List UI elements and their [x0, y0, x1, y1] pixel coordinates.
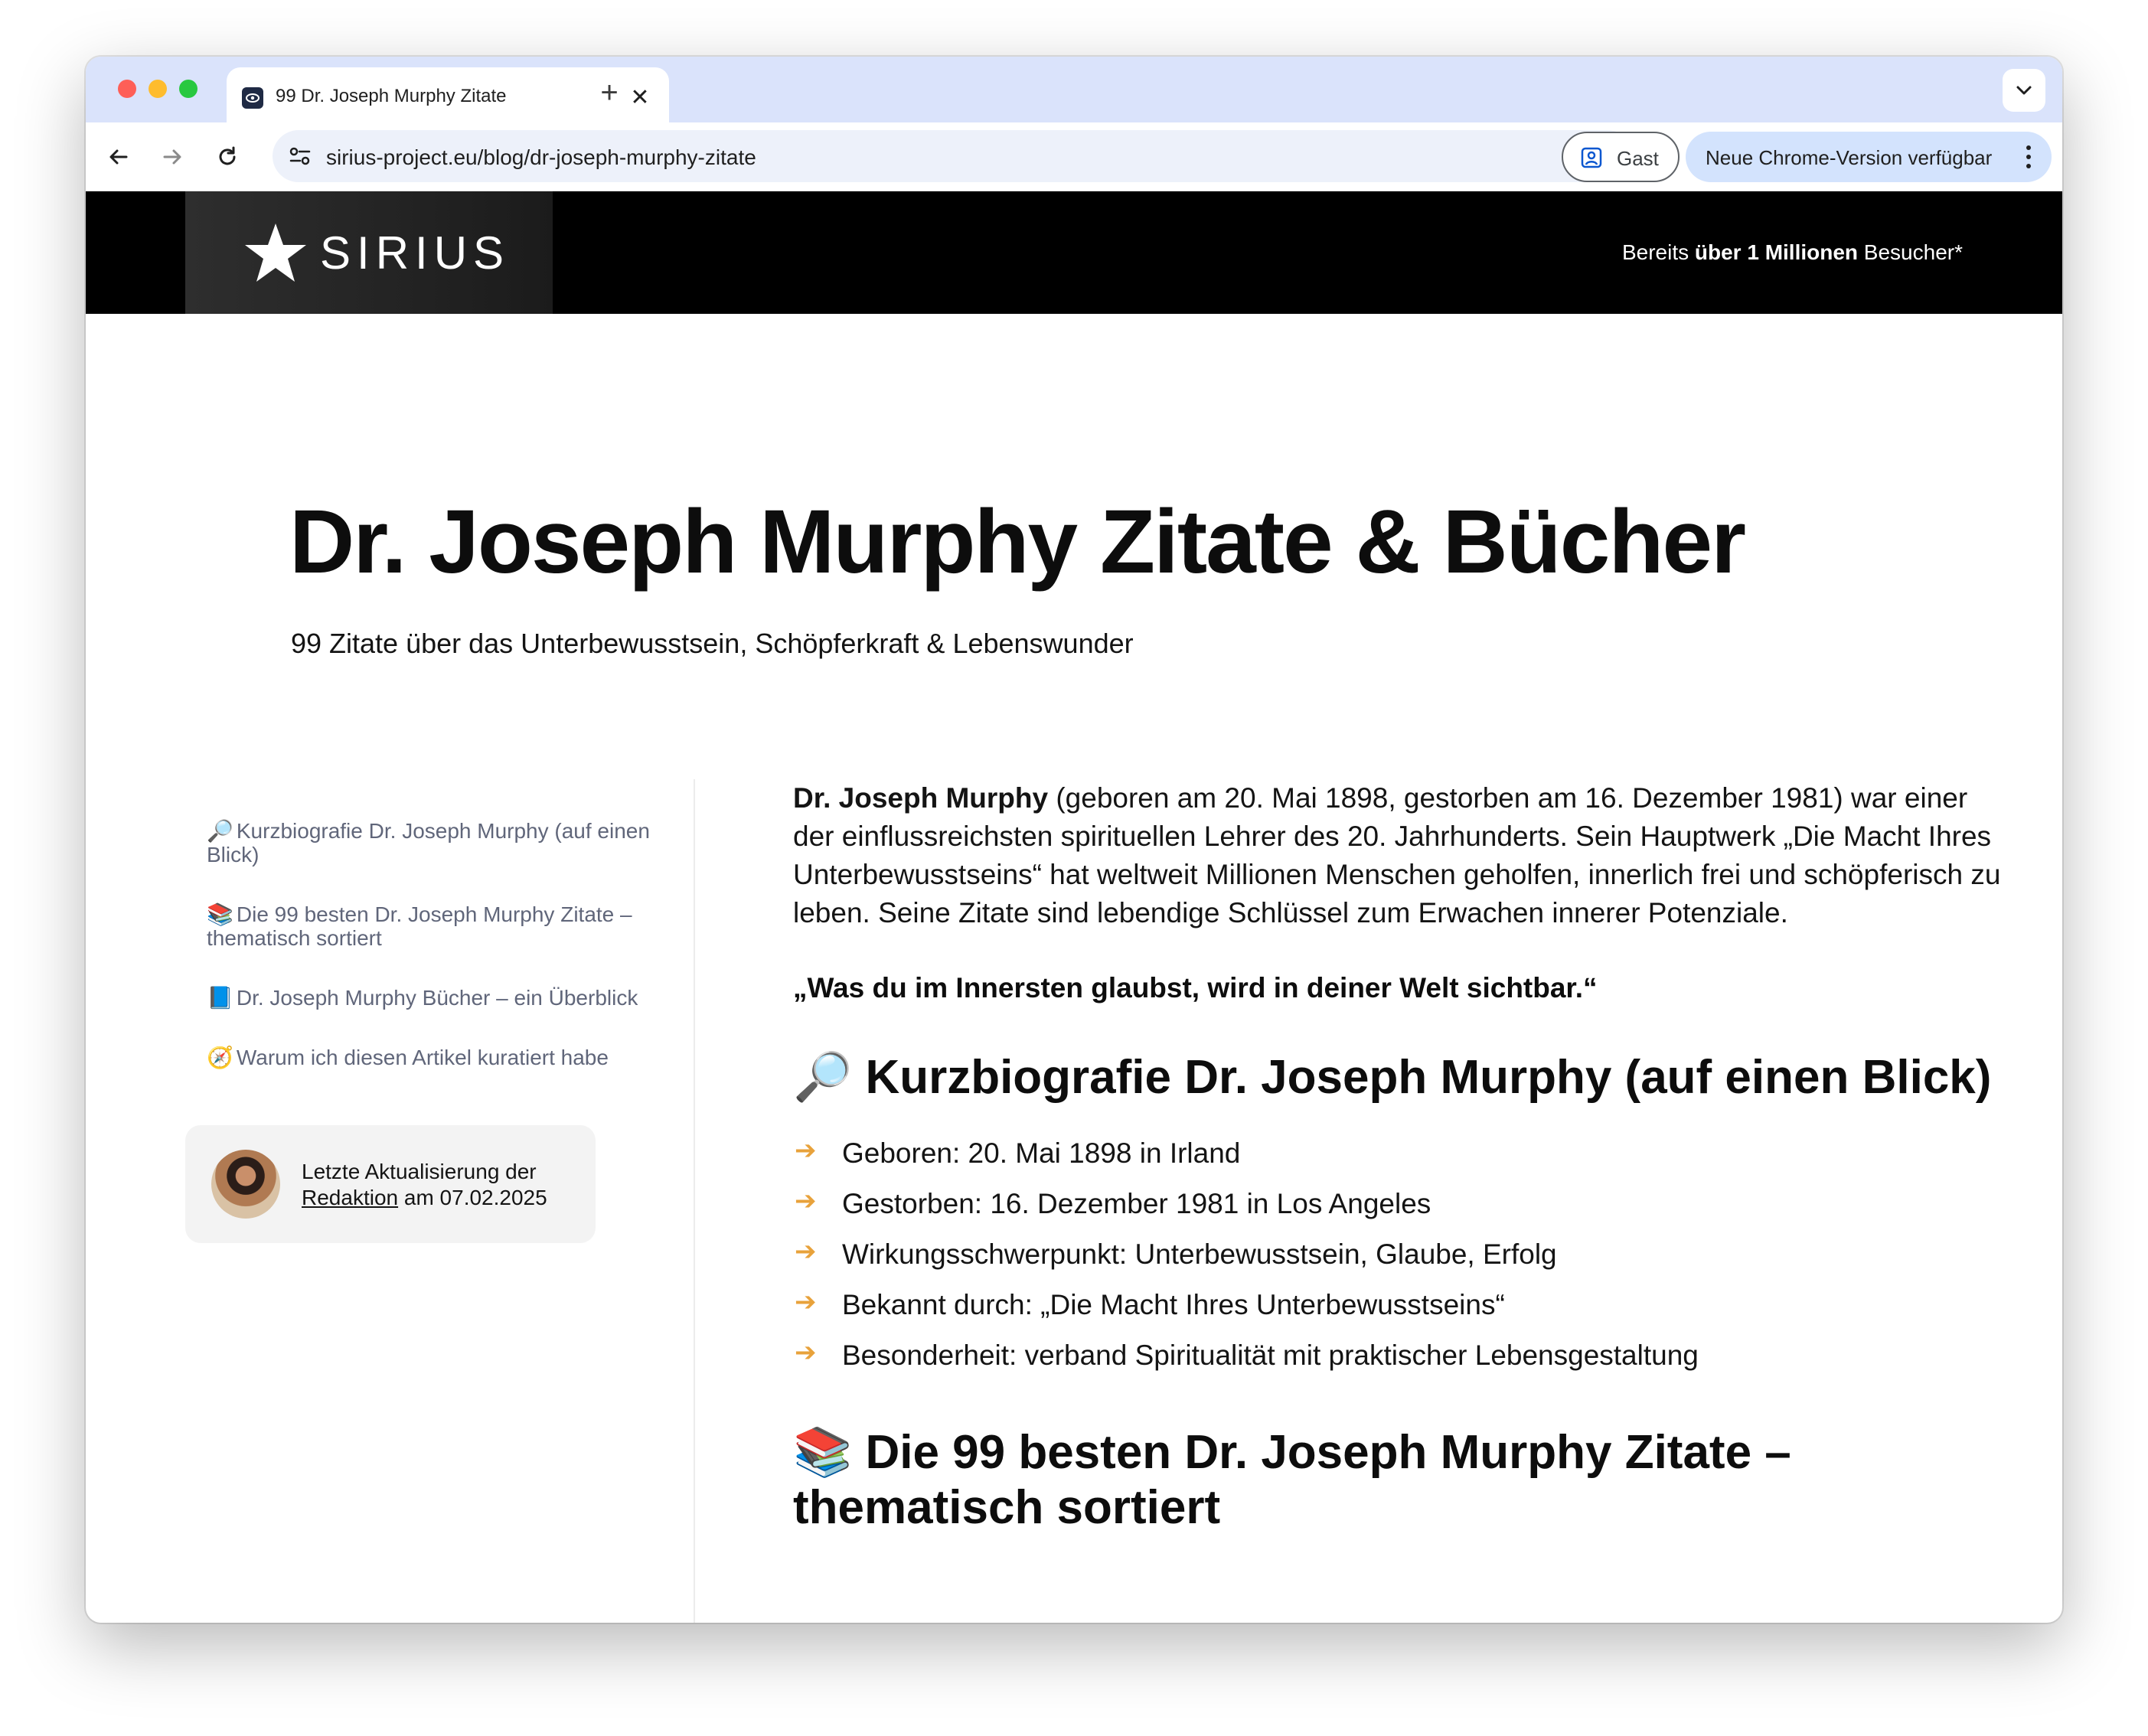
article-body: Dr. Joseph Murphy (geboren am 20. Mai 18… — [793, 779, 2003, 1535]
toc-item-warum[interactable]: 🧭 Warum ich diesen Artikel kuratiert habe — [207, 1046, 666, 1069]
reload-icon — [219, 146, 236, 165]
sidebar-divider — [694, 779, 695, 1623]
section-title: Kurzbiografie Dr. Joseph Murphy (auf ein… — [865, 1051, 1992, 1104]
fact-text: Wirkungsschwerpunkt: Unterbewusstsein, G… — [842, 1238, 1557, 1270]
chrome-update-button[interactable]: Neue Chrome-Version verfügbar — [1686, 132, 2052, 182]
toc-item-zitate[interactable]: 📚 Die 99 besten Dr. Joseph Murphy Zitate … — [207, 902, 666, 950]
books-icon: 📚 — [793, 1426, 853, 1479]
minimize-window-button[interactable] — [149, 80, 167, 98]
arrow-right-icon: ➔ — [795, 1237, 817, 1266]
toc-item-label: Dr. Joseph Murphy Bücher – ein Überblick — [236, 986, 638, 1010]
section-heading-kurzbiografie: 🔎 Kurzbiografie Dr. Joseph Murphy (auf e… — [793, 1050, 2003, 1105]
arrow-right-icon: ➔ — [795, 1136, 817, 1165]
maximize-window-button[interactable] — [179, 80, 197, 98]
guest-label: Gast — [1617, 147, 1659, 170]
close-window-button[interactable] — [118, 80, 136, 98]
page-title: Dr. Joseph Murphy Zitate & Bücher — [289, 491, 1746, 592]
fact-text: Besonderheit: verband Spiritualität mit … — [842, 1340, 1699, 1371]
editorial-link[interactable]: Redaktion — [302, 1186, 398, 1209]
tab-close-icon[interactable]: ✕ — [625, 83, 655, 113]
section-title: Die 99 besten Dr. Joseph Murphy Zitate –… — [793, 1426, 1791, 1534]
site-header: SIRIUS Bereits über 1 Millionen Besucher… — [86, 191, 2062, 314]
visitors-bold: über 1 Millionen — [1694, 240, 1859, 264]
editor-avatar — [211, 1150, 280, 1219]
tab-title: 99 Dr. Joseph Murphy Zitate — [276, 86, 507, 106]
list-item: ➔ Wirkungsschwerpunkt: Unterbewusstsein, … — [793, 1237, 2003, 1272]
list-item: ➔ Bekannt durch: „Die Macht Ihres Unterbe… — [793, 1287, 2003, 1323]
table-of-contents: 🔎 Kurzbiografie Dr. Joseph Murphy (auf ei… — [207, 819, 666, 1105]
forward-arrow-icon — [163, 149, 181, 165]
arrow-right-icon: ➔ — [795, 1338, 817, 1367]
fact-text: Bekannt durch: „Die Macht Ihres Unterbew… — [842, 1289, 1505, 1320]
intro-paragraph: Dr. Joseph Murphy (geboren am 20. Mai 18… — [793, 779, 2003, 932]
toc-item-label: Die 99 besten Dr. Joseph Murphy Zitate –… — [207, 902, 632, 950]
biography-facts-list: ➔ Geboren: 20. Mai 1898 in Irland ➔ Gestor… — [793, 1136, 2003, 1373]
new-tab-button[interactable]: + — [596, 77, 623, 109]
site-favicon-icon — [242, 87, 263, 109]
compass-icon: 🧭 — [207, 1046, 233, 1069]
browser-toolbar: sirius-project.eu/blog/dr-joseph-murphy-… — [86, 122, 2062, 191]
guest-profile-button[interactable]: Gast — [1562, 132, 1680, 182]
profile-icon — [1581, 147, 1602, 168]
list-item: ➔ Geboren: 20. Mai 1898 in Irland — [793, 1136, 2003, 1171]
blue-book-icon: 📘 — [207, 986, 233, 1010]
featured-quote: „Was du im Innersten glaubst, wird in de… — [793, 972, 1598, 1003]
logo-text: SIRIUS — [320, 227, 511, 279]
visitor-count: Bereits über 1 Millionen Besucher* — [1622, 240, 1963, 265]
reload-button[interactable] — [210, 139, 245, 175]
fact-text: Geboren: 20. Mai 1898 in Irland — [842, 1137, 1241, 1169]
update-date: am 07.02.2025 — [398, 1186, 547, 1209]
back-arrow-icon — [109, 149, 128, 165]
forward-button[interactable] — [155, 139, 190, 175]
arrow-right-icon: ➔ — [795, 1186, 817, 1216]
last-update-text: Letzte Aktualisierung der Redaktion am 0… — [302, 1159, 547, 1211]
update-label: Neue Chrome-Version verfügbar — [1706, 146, 1993, 169]
toc-item-buecher[interactable]: 📘 Dr. Joseph Murphy Bücher – ein Überblic… — [207, 986, 666, 1010]
toc-item-label: Warum ich diesen Artikel kuratiert habe — [236, 1046, 609, 1069]
more-menu-icon[interactable] — [2021, 142, 2036, 171]
fact-text: Gestorben: 16. Dezember 1981 in Los Ange… — [842, 1188, 1431, 1219]
browser-window: 99 Dr. Joseph Murphy Zitate ✕ + sirius-p… — [86, 57, 2062, 1623]
star-icon — [245, 224, 306, 282]
last-update-card: Letzte Aktualisierung der Redaktion am 0… — [185, 1125, 596, 1243]
tab-search-button[interactable] — [2003, 69, 2045, 112]
site-settings-icon[interactable] — [283, 139, 317, 173]
magnifier-icon: 🔎 — [793, 1051, 853, 1104]
site-logo[interactable]: SIRIUS — [185, 191, 553, 314]
section-heading-zitate: 📚 Die 99 besten Dr. Joseph Murphy Zitate… — [793, 1425, 2003, 1535]
magnifier-icon: 🔎 — [207, 819, 233, 843]
list-item: ➔ Gestorben: 16. Dezember 1981 in Los Ang… — [793, 1186, 2003, 1222]
books-icon: 📚 — [207, 902, 233, 926]
page-subtitle: 99 Zitate über das Unterbewusstsein, Sch… — [291, 628, 1134, 659]
intro-bold-name: Dr. Joseph Murphy — [793, 782, 1049, 814]
back-button[interactable] — [101, 139, 136, 175]
address-bar[interactable]: sirius-project.eu/blog/dr-joseph-murphy-… — [273, 130, 1634, 182]
visitors-suffix: Besucher* — [1858, 240, 1963, 264]
list-item: ➔ Besonderheit: verband Spiritualität mit… — [793, 1338, 2003, 1373]
toc-item-kurzbiografie[interactable]: 🔎 Kurzbiografie Dr. Joseph Murphy (auf ei… — [207, 819, 666, 866]
toc-item-label: Kurzbiografie Dr. Joseph Murphy (auf ein… — [207, 819, 650, 866]
update-line1: Letzte Aktualisierung der — [302, 1160, 537, 1183]
chevron-down-icon — [2016, 86, 2032, 95]
url-text[interactable]: sirius-project.eu/blog/dr-joseph-murphy-… — [326, 145, 756, 170]
arrow-right-icon: ➔ — [795, 1287, 817, 1317]
tab-strip: 99 Dr. Joseph Murphy Zitate ✕ + — [86, 57, 2062, 122]
visitors-prefix: Bereits — [1621, 240, 1695, 264]
